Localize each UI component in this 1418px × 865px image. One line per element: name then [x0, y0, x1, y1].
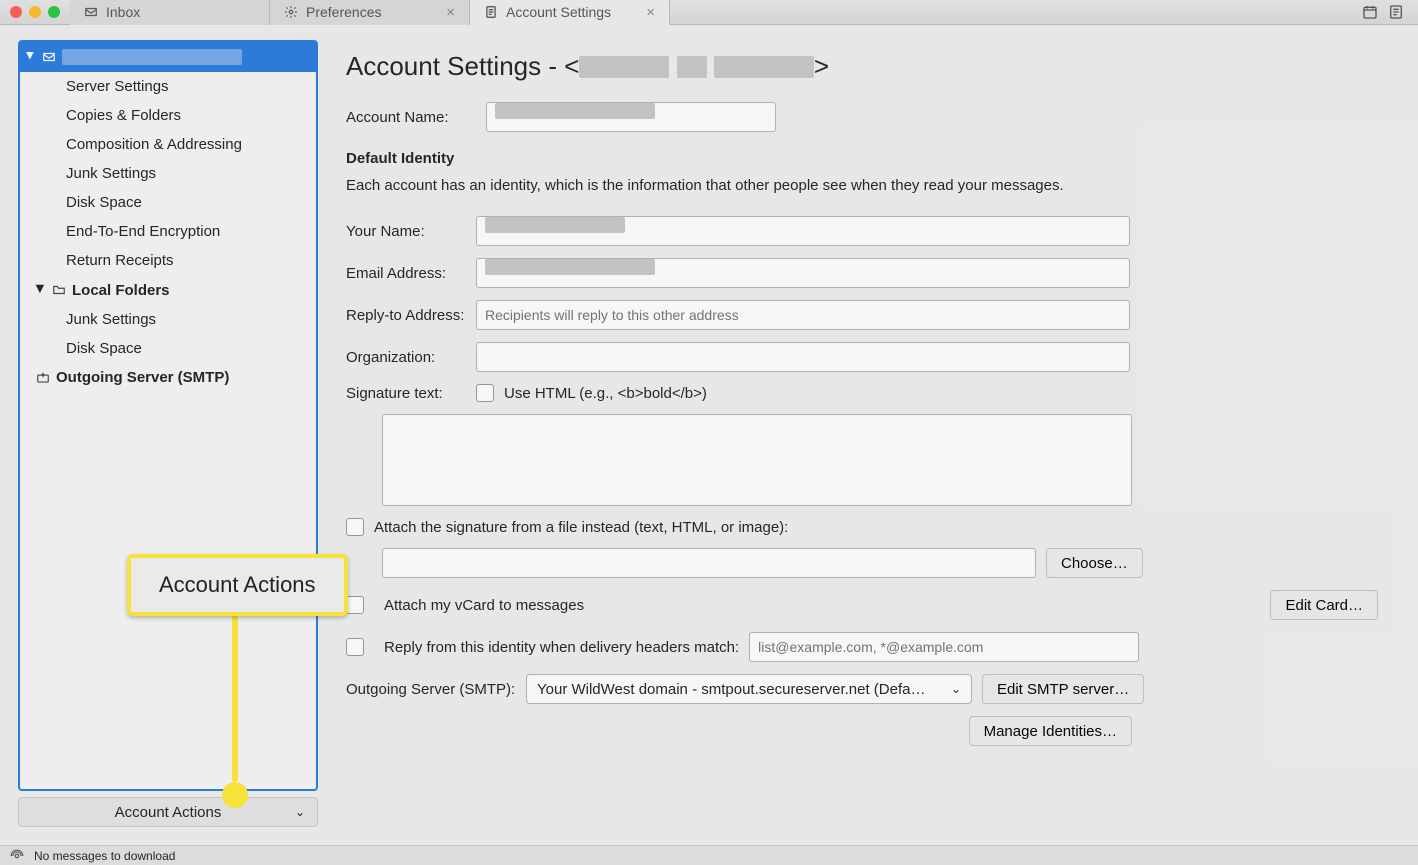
manage-identities-button[interactable]: Manage Identities…	[969, 716, 1132, 746]
attach-file-checkbox[interactable]	[346, 518, 364, 536]
accounts-tree: ▸ Server Settings Copies & Folders Compo…	[18, 40, 318, 791]
email-input[interactable]	[476, 258, 1130, 288]
sidebar-item-copies-folders[interactable]: Copies & Folders	[20, 101, 316, 130]
sidebar-item-server-settings[interactable]: Server Settings	[20, 72, 316, 101]
title-redacted-1	[579, 56, 669, 78]
smtp-row-label: Outgoing Server (SMTP):	[346, 681, 516, 698]
replyto-label: Reply-to Address:	[346, 307, 476, 324]
sidebar-column: ▸ Server Settings Copies & Folders Compo…	[0, 25, 320, 845]
activity-icon	[10, 849, 24, 863]
smtp-select-value: Your WildWest domain - smtpout.secureser…	[537, 681, 926, 698]
local-folders-header[interactable]: ▸ Local Folders	[20, 275, 316, 305]
sidebar-item-local-disk[interactable]: Disk Space	[20, 334, 316, 363]
smtp-select[interactable]: Your WildWest domain - smtpout.secureser…	[526, 674, 972, 704]
signature-textarea[interactable]	[382, 414, 1132, 506]
inbox-icon	[84, 5, 98, 19]
account-name-redacted	[495, 103, 655, 119]
attach-vcard-checkbox[interactable]	[346, 596, 364, 614]
smtp-label: Outgoing Server (SMTP)	[56, 369, 229, 386]
account-name-redacted	[62, 49, 242, 65]
smtp-header[interactable]: Outgoing Server (SMTP)	[20, 363, 316, 392]
edit-card-button[interactable]: Edit Card…	[1270, 590, 1378, 620]
page-title: Account Settings - < >	[346, 51, 1378, 82]
replyto-input[interactable]	[476, 300, 1130, 330]
chevron-down-icon: ⌄	[951, 682, 961, 696]
attach-vcard-label: Attach my vCard to messages	[384, 597, 1260, 614]
your-name-input[interactable]	[476, 216, 1130, 246]
account-actions-button[interactable]: Account Actions ⌄	[18, 797, 318, 827]
chevron-down-icon: ⌄	[295, 805, 305, 819]
sidebar-item-return-receipts[interactable]: Return Receipts	[20, 246, 316, 275]
tab-label: Preferences	[306, 4, 381, 20]
organization-label: Organization:	[346, 349, 476, 366]
status-bar: No messages to download	[0, 845, 1418, 865]
signature-label: Signature text:	[346, 385, 476, 402]
window-controls	[0, 6, 70, 18]
sidebar-item-composition[interactable]: Composition & Addressing	[20, 130, 316, 159]
use-html-label: Use HTML (e.g., <b>bold</b>)	[504, 385, 707, 402]
reply-match-label: Reply from this identity when delivery h…	[384, 639, 739, 656]
sidebar-item-disk-space[interactable]: Disk Space	[20, 188, 316, 217]
sidebar-item-e2e-encryption[interactable]: End-To-End Encryption	[20, 217, 316, 246]
gear-icon	[284, 5, 298, 19]
outbox-icon	[36, 371, 50, 385]
folder-icon	[52, 283, 66, 297]
calendar-icon[interactable]	[1362, 4, 1378, 20]
chevron-down-icon: ▸	[22, 52, 40, 62]
account-header[interactable]: ▸	[20, 42, 316, 72]
account-settings-panel: Account Settings - < > Account Name: Def…	[320, 25, 1418, 845]
edit-smtp-button[interactable]: Edit SMTP server…	[982, 674, 1144, 704]
status-text: No messages to download	[34, 849, 175, 863]
close-window-button[interactable]	[10, 6, 22, 18]
use-html-checkbox[interactable]	[476, 384, 494, 402]
reply-match-input[interactable]	[749, 632, 1139, 662]
email-label: Email Address:	[346, 265, 476, 282]
organization-input[interactable]	[476, 342, 1130, 372]
tasks-icon[interactable]	[1388, 4, 1404, 20]
default-identity-desc: Each account has an identity, which is t…	[346, 177, 1378, 194]
minimize-window-button[interactable]	[29, 6, 41, 18]
zoom-window-button[interactable]	[48, 6, 60, 18]
tab-label: Inbox	[106, 4, 140, 20]
tab-strip: Inbox Preferences × Account Settings ×	[70, 0, 670, 25]
annotation-line	[232, 606, 238, 782]
title-redacted-2	[677, 56, 707, 78]
workspace: ▸ Server Settings Copies & Folders Compo…	[0, 25, 1418, 845]
titlebar: Inbox Preferences × Account Settings ×	[0, 0, 1418, 25]
chevron-down-icon: ▸	[32, 285, 50, 295]
account-name-input[interactable]	[486, 102, 776, 132]
default-identity-heading: Default Identity	[346, 150, 1378, 167]
title-redacted-3	[714, 56, 814, 78]
close-icon[interactable]: ×	[446, 4, 455, 21]
tab-account-settings[interactable]: Account Settings ×	[470, 0, 670, 25]
your-name-label: Your Name:	[346, 223, 476, 240]
signature-file-input[interactable]	[382, 548, 1036, 578]
annotation-dot	[222, 782, 248, 808]
tab-preferences[interactable]: Preferences ×	[270, 0, 470, 25]
mail-icon	[42, 50, 56, 64]
attach-file-label: Attach the signature from a file instead…	[374, 519, 788, 536]
document-icon	[484, 5, 498, 19]
account-actions-label: Account Actions	[115, 804, 222, 821]
sidebar-item-local-junk[interactable]: Junk Settings	[20, 305, 316, 334]
your-name-redacted	[485, 217, 625, 233]
choose-file-button[interactable]: Choose…	[1046, 548, 1143, 578]
title-prefix: Account Settings - <	[346, 51, 579, 82]
account-name-label: Account Name:	[346, 109, 476, 126]
reply-match-checkbox[interactable]	[346, 638, 364, 656]
close-icon[interactable]: ×	[646, 4, 655, 21]
sidebar-item-junk-settings[interactable]: Junk Settings	[20, 159, 316, 188]
email-redacted	[485, 259, 655, 275]
tab-inbox[interactable]: Inbox	[70, 0, 270, 25]
title-suffix: >	[814, 51, 829, 82]
local-folders-label: Local Folders	[72, 282, 170, 299]
tab-label: Account Settings	[506, 4, 611, 20]
